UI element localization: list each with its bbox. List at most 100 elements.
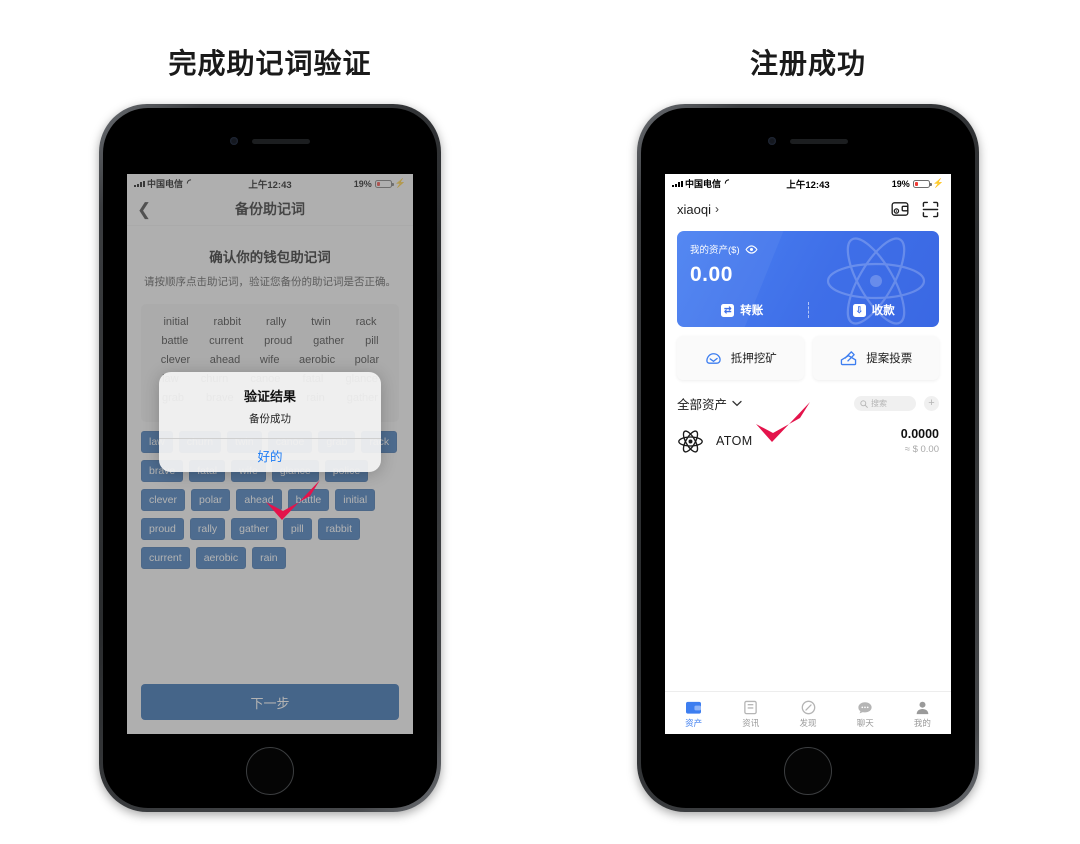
page-title: 确认你的钱包助记词 [209, 250, 331, 266]
screenshot-stage: 完成助记词验证 注册成功 中国电信 ◜ 上午12:43 19% ⚡ ❮ 备份助记… [0, 0, 1080, 844]
carrier-label: 中国电信 [147, 179, 184, 190]
word-chip[interactable]: rain [252, 546, 286, 569]
nav-title: 备份助记词 [235, 201, 305, 218]
person-icon [915, 698, 930, 715]
search-input[interactable]: 搜索 [854, 396, 916, 412]
coin-amount: 0.0000 [900, 427, 939, 442]
word-chip[interactable]: current [141, 546, 190, 569]
front-camera-icon [230, 137, 238, 146]
wifi-icon: ◜ [725, 178, 729, 190]
tab-discover-label: 发现 [799, 717, 817, 728]
stake-icon [706, 353, 721, 364]
tab-chat-label: 聊天 [856, 717, 874, 728]
battery-percent: 19% [891, 178, 910, 189]
phrase-word: current [209, 335, 244, 348]
home-button-right[interactable] [784, 747, 832, 796]
phrase-word: rally [266, 316, 287, 329]
scan-icon[interactable] [922, 201, 939, 218]
bottom-tab-bar: 资产 资讯 发现 聊天 我的 [665, 691, 951, 734]
quick-action-stake[interactable]: 抵押挖矿 [677, 336, 804, 381]
chat-icon [857, 698, 873, 715]
card-action-row: ⇄ 转账 ⇩ 收款 [677, 302, 940, 319]
coin-usd-value: ≈ $ 0.00 [904, 444, 939, 456]
quick-action-vote-label: 提案投票 [866, 353, 913, 366]
phone-bottom-bezel-right [646, 734, 970, 808]
word-chip[interactable]: clever [141, 488, 186, 511]
home-button[interactable] [246, 747, 294, 796]
phrase-word: ahead [209, 354, 241, 367]
receive-label: 收款 [871, 305, 895, 318]
wallet-header: xiaoqi › [665, 193, 951, 225]
chevron-down-icon [732, 400, 742, 407]
carrier-label: 中国电信 [685, 179, 722, 190]
word-chip[interactable]: proud [141, 517, 184, 540]
phrase-row: clever ahead wife aerobic polar [147, 351, 393, 370]
receive-button[interactable]: ⇩ 收款 [809, 302, 940, 318]
next-step-button[interactable]: 下一步 [141, 684, 399, 721]
page-subtitle: 请按顺序点击助记词，验证您备份的助记词是否正确。 [144, 276, 396, 289]
right-phone-screen: 中国电信 ◜ 上午12:43 19% ⚡ xiaoqi › 我的资产($) 0.… [665, 174, 951, 735]
add-asset-button[interactable]: + [924, 396, 939, 412]
tab-profile[interactable]: 我的 [894, 698, 951, 729]
signal-bars-icon [134, 180, 145, 188]
word-chip[interactable]: polar [191, 488, 231, 511]
status-bar-right: 中国电信 ◜ 上午12:43 19% ⚡ [665, 174, 951, 193]
phone-top-bezel-right [646, 108, 970, 174]
tab-assets[interactable]: 资产 [665, 698, 722, 729]
word-chip[interactable]: pill [282, 517, 312, 540]
assets-filter[interactable]: 全部资产 [677, 394, 742, 413]
battery-icon [374, 179, 394, 188]
atom-coin-icon [678, 430, 703, 453]
dialog-confirm-button[interactable]: 好的 [159, 439, 381, 472]
news-icon [743, 698, 758, 715]
transfer-label: 转账 [740, 305, 764, 318]
search-icon [860, 399, 868, 408]
compass-icon [801, 698, 816, 715]
left-phone-screen: 中国电信 ◜ 上午12:43 19% ⚡ ❮ 备份助记词 确认你的钱包助记词 请… [127, 174, 413, 735]
tab-chat[interactable]: 聊天 [837, 698, 894, 729]
search-placeholder: 搜索 [871, 399, 887, 409]
dialog-title: 验证结果 [243, 389, 296, 405]
wallet-icon[interactable] [891, 201, 909, 217]
charging-bolt-icon: ⚡ [394, 178, 406, 189]
battery-icon [912, 179, 932, 188]
quick-action-vote[interactable]: 提案投票 [812, 336, 939, 381]
word-chip[interactable]: initial [335, 488, 376, 511]
assets-filter-label: 全部资产 [677, 398, 728, 413]
dialog-message: 备份成功 [249, 413, 291, 426]
word-chip[interactable]: aerobic [195, 546, 247, 569]
word-chip[interactable]: gather [231, 517, 277, 540]
caption-left: 完成助记词验证 [168, 48, 372, 79]
word-chip[interactable]: battle [287, 488, 330, 511]
coin-list-item-atom[interactable]: ATOM 0.0000 ≈ $ 0.00 [677, 427, 939, 455]
phrase-word: twin [311, 316, 331, 329]
phrase-word: rabbit [213, 316, 242, 329]
tab-discover[interactable]: 发现 [779, 698, 836, 729]
phone-left: 中国电信 ◜ 上午12:43 19% ⚡ ❮ 备份助记词 确认你的钱包助记词 请… [99, 104, 441, 812]
word-chip[interactable]: rally [189, 517, 226, 540]
earpiece-speaker [790, 138, 848, 144]
status-bar-left: 中国电信 ◜ 上午12:43 19% ⚡ [127, 174, 413, 193]
chevron-right-icon[interactable]: › [715, 202, 719, 216]
wallet-name-label[interactable]: xiaoqi [677, 202, 711, 217]
phrase-word: wife [259, 354, 280, 367]
tab-news-label: 资讯 [742, 717, 760, 728]
charging-bolt-icon: ⚡ [932, 178, 944, 189]
phrase-row: initial rabbit rally twin rack [147, 313, 393, 332]
tab-assets-label: 资产 [685, 717, 703, 728]
quick-action-stake-label: 抵押挖矿 [730, 353, 777, 366]
phrase-word: aerobic [299, 354, 336, 367]
word-chip[interactable]: rabbit [317, 517, 361, 540]
phrase-word: rack [355, 316, 377, 329]
chip-row: proud rally gather pill rabbit [141, 517, 399, 540]
phone-top-bezel [108, 108, 432, 174]
wifi-icon: ◜ [187, 178, 191, 190]
transfer-button[interactable]: ⇄ 转账 [677, 302, 808, 318]
phrase-word: pill [365, 335, 379, 348]
tab-news[interactable]: 资讯 [722, 698, 779, 729]
word-chip[interactable]: ahead [236, 488, 282, 511]
caption-right: 注册成功 [749, 48, 866, 79]
phrase-word: proud [264, 335, 293, 348]
phone-bottom-bezel [108, 734, 432, 808]
coin-symbol: ATOM [716, 434, 753, 449]
